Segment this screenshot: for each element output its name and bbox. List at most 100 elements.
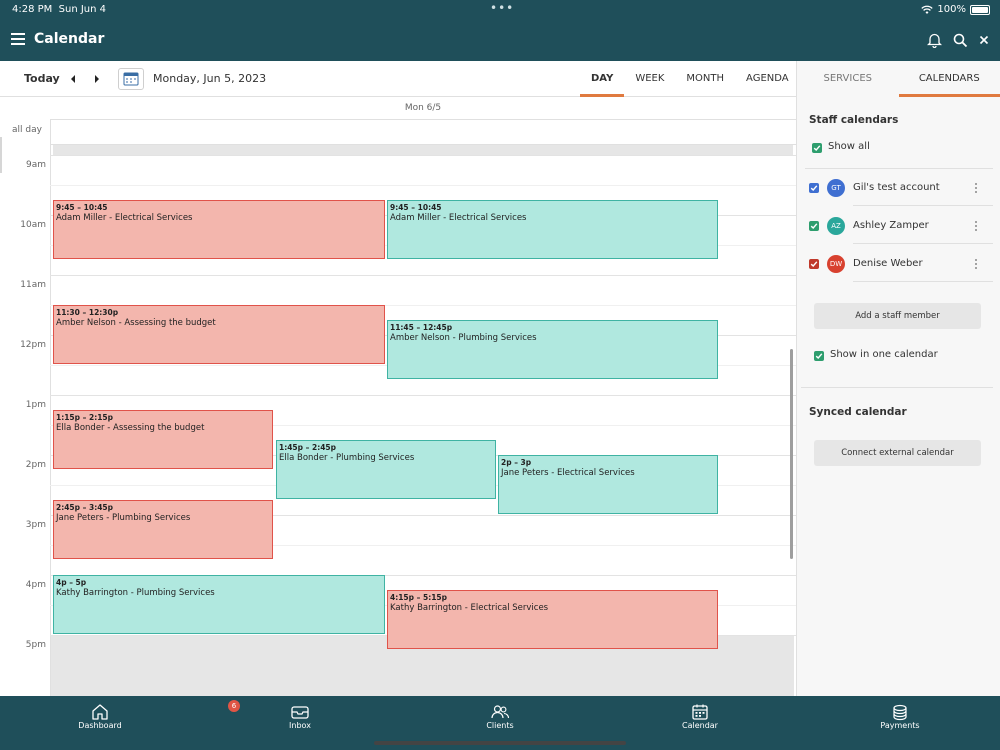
nav-payments[interactable]: Payments xyxy=(840,696,960,750)
hour-label-2pm: 2pm xyxy=(25,460,46,470)
event-time: 9:45 – 10:45 xyxy=(390,203,442,212)
event-title: Kathy Barrington - Electrical Services xyxy=(390,603,549,613)
connect-external-calendar-button[interactable]: Connect external calendar xyxy=(814,440,981,466)
more-options-icon[interactable] xyxy=(973,219,979,233)
event-time: 9:45 – 10:45 xyxy=(56,203,108,212)
hour-label-11am: 11am xyxy=(20,280,46,290)
staff-checkbox[interactable] xyxy=(809,259,819,269)
hour-line xyxy=(50,395,796,396)
more-options-icon[interactable] xyxy=(973,257,979,271)
nav-label: Inbox xyxy=(289,721,311,730)
staff-name: Gil's test account xyxy=(853,182,940,193)
hour-label-10am: 10am xyxy=(20,220,46,230)
avatar: AZ xyxy=(827,217,845,235)
tab-week[interactable]: WEEK xyxy=(624,61,675,97)
hour-label-4pm: 4pm xyxy=(25,580,46,590)
event-block[interactable]: 11:30 – 12:30p Amber Nelson - Assessing … xyxy=(53,305,385,364)
bell-icon[interactable] xyxy=(923,29,945,51)
event-time: 4:15p – 5:15p xyxy=(390,593,448,602)
show-in-one-calendar-checkbox[interactable] xyxy=(814,351,824,361)
more-options-icon[interactable] xyxy=(973,181,979,195)
tab-services[interactable]: SERVICES xyxy=(797,61,899,97)
event-block[interactable]: 11:45 – 12:45p Amber Nelson - Plumbing S… xyxy=(387,320,718,379)
calendars-sidebar: Staff calendars Show all GT Gil's test a… xyxy=(796,97,1000,696)
sidebar-tabs: SERVICES CALENDARS xyxy=(796,61,1000,97)
event-title: Jane Peters - Electrical Services xyxy=(501,468,635,478)
event-block[interactable]: 9:45 – 10:45 Adam Miller - Electrical Se… xyxy=(53,200,385,259)
multitask-dots-icon[interactable]: ••• xyxy=(490,1,514,15)
event-time: 2:45p – 3:45p xyxy=(56,503,114,512)
view-tabs: DAY WEEK MONTH AGENDA xyxy=(580,61,800,97)
nav-label: Clients xyxy=(486,721,514,730)
wifi-icon xyxy=(921,5,934,14)
hour-label-1pm: 1pm xyxy=(25,400,46,410)
event-title: Amber Nelson - Plumbing Services xyxy=(390,333,537,343)
event-title: Jane Peters - Plumbing Services xyxy=(56,513,191,523)
menu-icon[interactable] xyxy=(11,33,25,45)
day-calendar-grid[interactable]: Mon 6/5 all day 9am 10am 11am 12pm 1pm 2… xyxy=(0,97,796,696)
scrollbar[interactable] xyxy=(790,349,793,559)
calendar-icon xyxy=(123,72,139,86)
add-staff-button[interactable]: Add a staff member xyxy=(814,303,981,329)
all-day-label: all day xyxy=(12,125,42,135)
synced-calendar-heading: Synced calendar xyxy=(809,406,907,418)
hour-label-9am: 9am xyxy=(25,160,46,170)
hour-line xyxy=(50,275,796,276)
day-column-header: Mon 6/5 xyxy=(50,97,796,120)
today-button[interactable]: Today xyxy=(24,72,60,85)
battery-icon xyxy=(970,4,990,15)
avatar: DW xyxy=(827,255,845,273)
nav-inbox[interactable]: 6 Inbox xyxy=(228,696,360,750)
users-icon xyxy=(491,705,510,719)
checkmark-icon xyxy=(815,353,823,360)
chevron-right-icon[interactable] xyxy=(92,74,102,84)
calendar-icon xyxy=(692,704,708,720)
tab-agenda[interactable]: AGENDA xyxy=(735,61,800,97)
tab-calendars[interactable]: CALENDARS xyxy=(898,61,1000,97)
battery-percent: 100% xyxy=(937,4,966,15)
nav-label: Dashboard xyxy=(78,721,122,730)
payments-icon xyxy=(893,704,907,721)
event-title: Ella Bonder - Plumbing Services xyxy=(279,453,415,463)
chevron-left-icon[interactable] xyxy=(68,74,78,84)
show-in-one-calendar-label: Show in one calendar xyxy=(830,349,938,360)
nav-dashboard[interactable]: Dashboard xyxy=(40,696,160,750)
all-day-row[interactable] xyxy=(50,120,796,145)
staff-checkbox[interactable] xyxy=(809,221,819,231)
avatar: GT xyxy=(827,179,845,197)
event-block[interactable]: 4p – 5p Kathy Barrington - Plumbing Serv… xyxy=(53,575,385,634)
all-day-band xyxy=(53,145,793,155)
staff-name: Denise Weber xyxy=(853,258,923,269)
staff-checkbox[interactable] xyxy=(809,183,819,193)
tab-day[interactable]: DAY xyxy=(580,61,625,97)
show-all-checkbox[interactable] xyxy=(812,143,822,153)
nav-calendar[interactable]: Calendar xyxy=(640,696,760,750)
checkmark-icon xyxy=(810,185,818,192)
home-indicator[interactable] xyxy=(374,741,626,745)
hour-line xyxy=(50,155,796,156)
event-time: 1:45p – 2:45p xyxy=(279,443,337,452)
staff-name: Ashley Zamper xyxy=(853,220,929,231)
event-block[interactable]: 1:15p – 2:15p Ella Bonder - Assessing th… xyxy=(53,410,273,469)
event-title: Ella Bonder - Assessing the budget xyxy=(56,423,205,433)
event-block[interactable]: 9:45 – 10:45 Adam Miller - Electrical Se… xyxy=(387,200,718,259)
hour-label-12pm: 12pm xyxy=(20,340,46,350)
search-icon[interactable] xyxy=(949,29,971,51)
tab-month[interactable]: MONTH xyxy=(675,61,735,97)
event-block[interactable]: 2p – 3p Jane Peters - Electrical Service… xyxy=(498,455,718,514)
event-block[interactable]: 4:15p – 5:15p Kathy Barrington - Electri… xyxy=(387,590,718,649)
inbox-icon xyxy=(291,706,309,719)
checkmark-icon xyxy=(810,223,818,230)
divider xyxy=(805,168,993,169)
staff-calendars-heading: Staff calendars xyxy=(809,114,899,126)
event-block[interactable]: 1:45p – 2:45p Ella Bonder - Plumbing Ser… xyxy=(276,440,496,499)
current-date: Monday, Jun 5, 2023 xyxy=(153,72,267,85)
event-block[interactable]: 2:45p – 3:45p Jane Peters - Plumbing Ser… xyxy=(53,500,273,559)
hour-label-3pm: 3pm xyxy=(25,520,46,530)
checkmark-icon xyxy=(810,261,818,268)
event-title: Amber Nelson - Assessing the budget xyxy=(56,318,216,328)
event-title: Kathy Barrington - Plumbing Services xyxy=(56,588,215,598)
event-time: 11:30 – 12:30p xyxy=(56,308,119,317)
close-icon[interactable] xyxy=(973,29,995,51)
date-picker-button[interactable] xyxy=(118,68,144,90)
